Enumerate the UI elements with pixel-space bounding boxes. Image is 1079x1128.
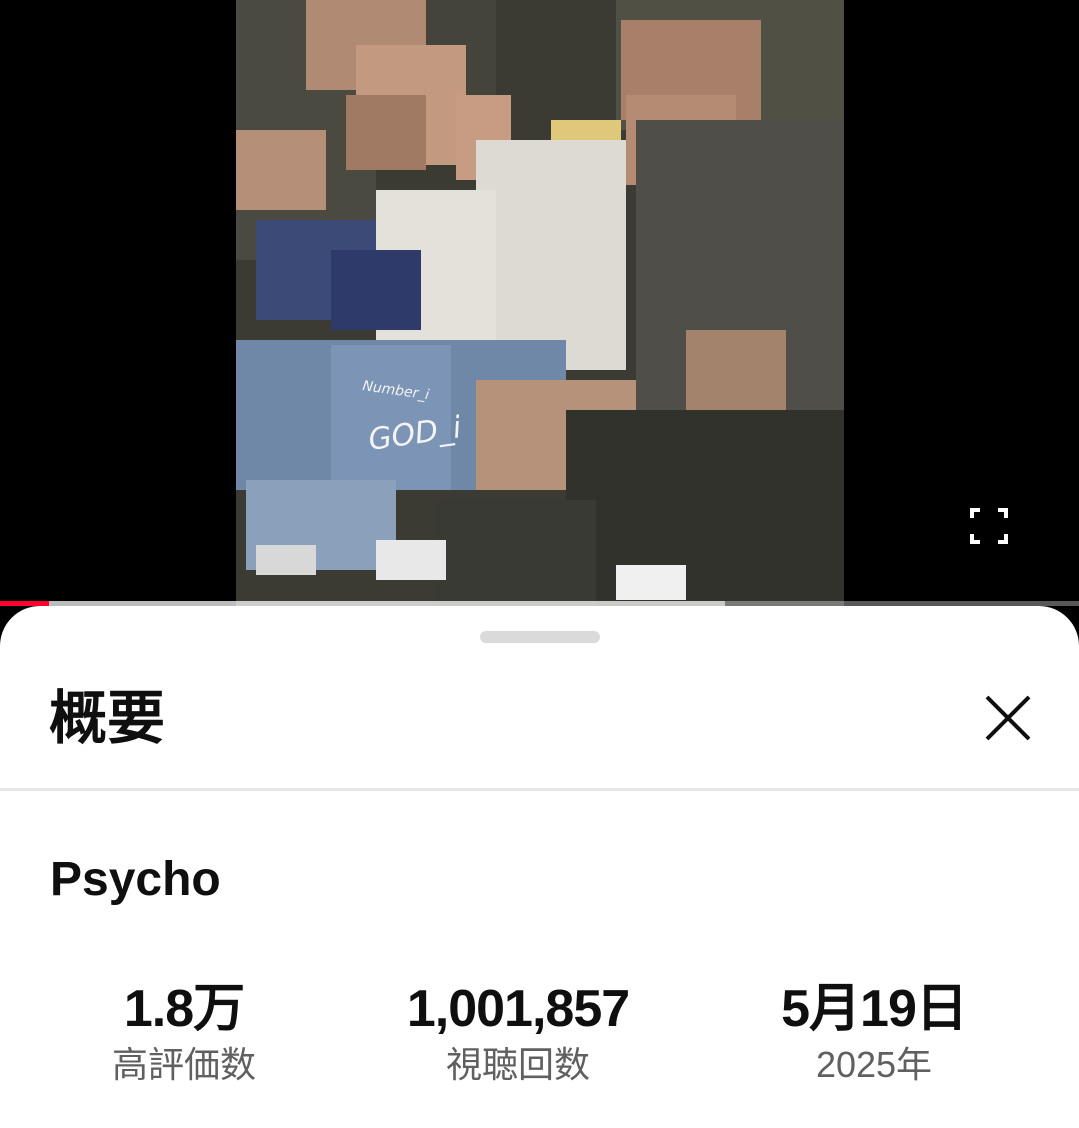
- fullscreen-icon: [970, 508, 1008, 544]
- album-collage-art: Number_i GOD_i: [236, 0, 844, 606]
- likes-stat: 1.8万 高評価数: [84, 976, 284, 1088]
- sheet-title: 概要: [49, 686, 166, 751]
- views-count: 1,001,857: [406, 980, 630, 1038]
- likes-label: 高評価数: [111, 1044, 256, 1085]
- video-player[interactable]: Number_i GOD_i: [0, 0, 1079, 606]
- publish-date: 5月19日: [781, 980, 968, 1038]
- video-thumbnail: Number_i GOD_i: [236, 0, 844, 606]
- app-root: Number_i GOD_i 概要 Psycho 1.8万 高評価数 1,001…: [0, 0, 1079, 1128]
- date-stat: 5月19日 2025年: [764, 976, 984, 1088]
- video-stats: 1.8万 高評価数 1,001,857 視聴回数 5月19日 2025年: [0, 976, 1079, 1096]
- likes-count: 1.8万: [123, 980, 245, 1038]
- fullscreen-button[interactable]: [966, 504, 1012, 548]
- publish-year: 2025年: [815, 1044, 933, 1085]
- drag-handle[interactable]: [480, 631, 600, 643]
- video-title: Psycho: [50, 853, 221, 906]
- description-sheet: 概要 Psycho 1.8万 高評価数 1,001,857 視聴回数 5月19日…: [0, 606, 1079, 1128]
- views-label: 視聴回数: [445, 1044, 590, 1085]
- close-icon: [985, 695, 1031, 741]
- views-stat: 1,001,857 視聴回数: [378, 976, 658, 1088]
- close-button[interactable]: [978, 688, 1038, 748]
- sheet-header: 概要: [0, 656, 1079, 791]
